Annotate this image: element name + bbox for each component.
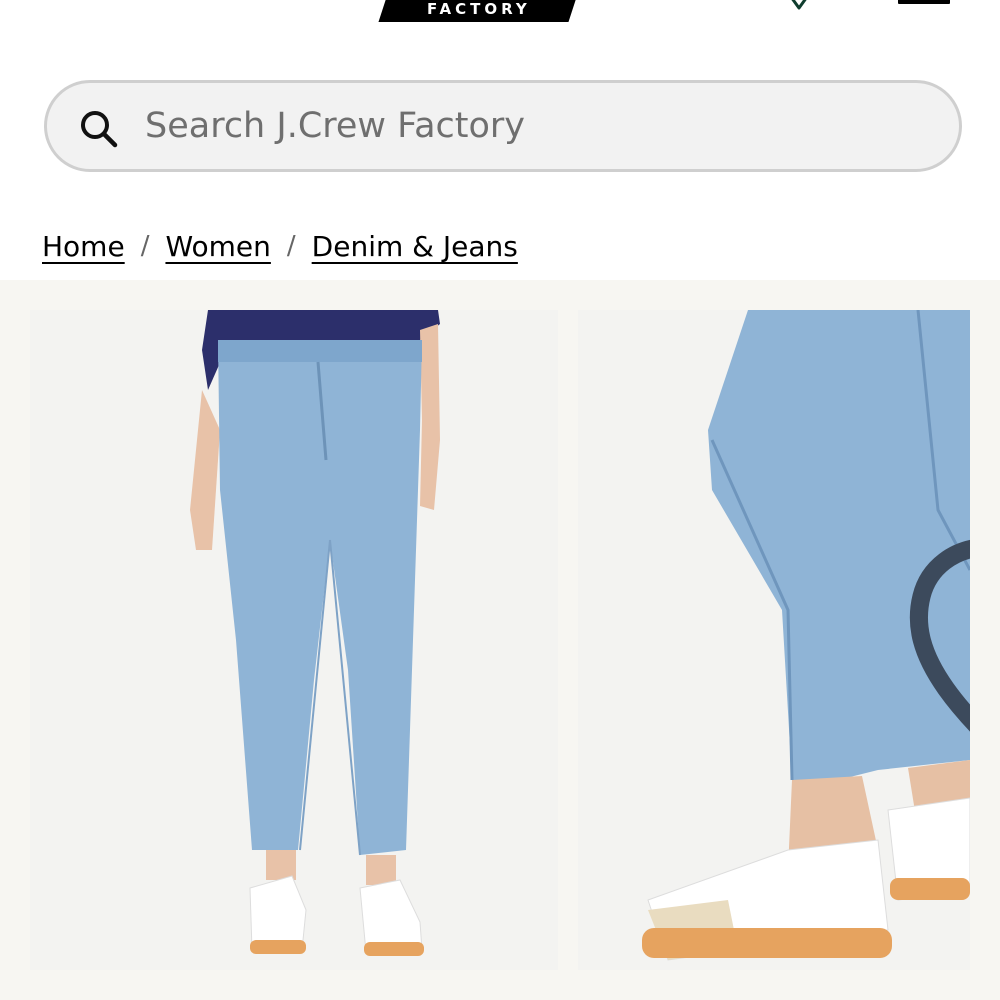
factory-logo[interactable]: FACTORY — [378, 0, 580, 22]
heart-outline-icon[interactable] — [878, 346, 970, 970]
breadcrumb-denim-jeans[interactable]: Denim & Jeans — [312, 230, 518, 263]
product-image-front[interactable] — [30, 310, 558, 970]
breadcrumb-women[interactable]: Women — [165, 230, 270, 263]
search-bar[interactable] — [44, 80, 962, 172]
product-image-closeup[interactable] — [578, 310, 970, 970]
logo-text: FACTORY — [427, 0, 531, 18]
heart-outline-icon[interactable] — [782, 0, 816, 12]
search-icon[interactable] — [79, 109, 119, 149]
product-gallery — [0, 280, 1000, 1000]
shopping-bag-icon[interactable] — [898, 0, 950, 4]
search-input[interactable] — [145, 93, 925, 159]
breadcrumb-separator: / — [286, 231, 296, 261]
breadcrumb-separator: / — [140, 231, 150, 261]
breadcrumb-home[interactable]: Home — [42, 230, 125, 263]
breadcrumb: Home / Women / Denim & Jeans — [42, 224, 518, 268]
